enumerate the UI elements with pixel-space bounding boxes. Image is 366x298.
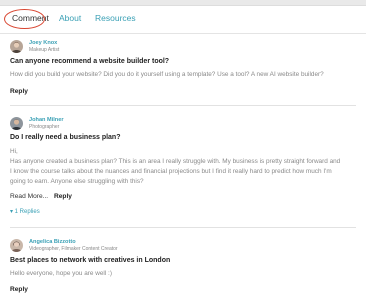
tab-resources[interactable]: Resources [95, 13, 136, 23]
tab-bar: Comment About Resources [0, 5, 366, 34]
post-item: Johan Milner Photographer Do I really ne… [10, 117, 356, 219]
post-body: How did you build your website? Did you … [10, 70, 354, 80]
post-body-line: Hello everyone, hope you are well :) [10, 270, 112, 277]
post-body-line: How did you build your website? Did you … [10, 71, 324, 78]
highlight-circle [4, 9, 45, 29]
post-title[interactable]: Best places to network with creatives in… [10, 257, 170, 264]
author-name[interactable]: Johan Milner [29, 117, 64, 123]
post-body: Hello everyone, hope you are well :) [10, 269, 354, 279]
post-body-line: Has anyone created a business plan? This… [10, 158, 341, 165]
author-role: Makeup Artist [29, 47, 60, 53]
avatar[interactable] [10, 239, 23, 252]
author-role: Videographer, Filmaker Content Creator [29, 246, 118, 252]
divider [10, 105, 356, 106]
post-body-line: Hi, [10, 148, 18, 155]
post-item: Angelica Bizzotto Videographer, Filmaker… [10, 239, 356, 298]
divider [10, 227, 356, 228]
reply-button[interactable]: Reply [10, 88, 28, 95]
author-name[interactable]: Angelica Bizzotto [29, 239, 76, 245]
author-name[interactable]: Joey Knox [29, 40, 57, 46]
post-item: Joey Knox Makeup Artist Can anyone recom… [10, 40, 356, 100]
post-body-line: I know the course talks about the nuance… [10, 168, 332, 175]
post-title[interactable]: Do I really need a business plan? [10, 134, 120, 141]
replies-toggle[interactable]: ▾ 1 Replies [10, 208, 40, 215]
read-more-link[interactable]: Read More... [10, 193, 48, 200]
tab-about[interactable]: About [59, 13, 81, 23]
reply-button[interactable]: Reply [10, 286, 28, 293]
avatar[interactable] [10, 117, 23, 130]
post-body: Hi, Has anyone created a business plan? … [10, 147, 354, 187]
author-role: Photographer [29, 124, 60, 130]
post-body-line: going to earn. Anyone else struggling wi… [10, 178, 144, 185]
post-title[interactable]: Can anyone recommend a website builder t… [10, 58, 169, 65]
avatar[interactable] [10, 40, 23, 53]
reply-button[interactable]: Reply [54, 193, 72, 200]
